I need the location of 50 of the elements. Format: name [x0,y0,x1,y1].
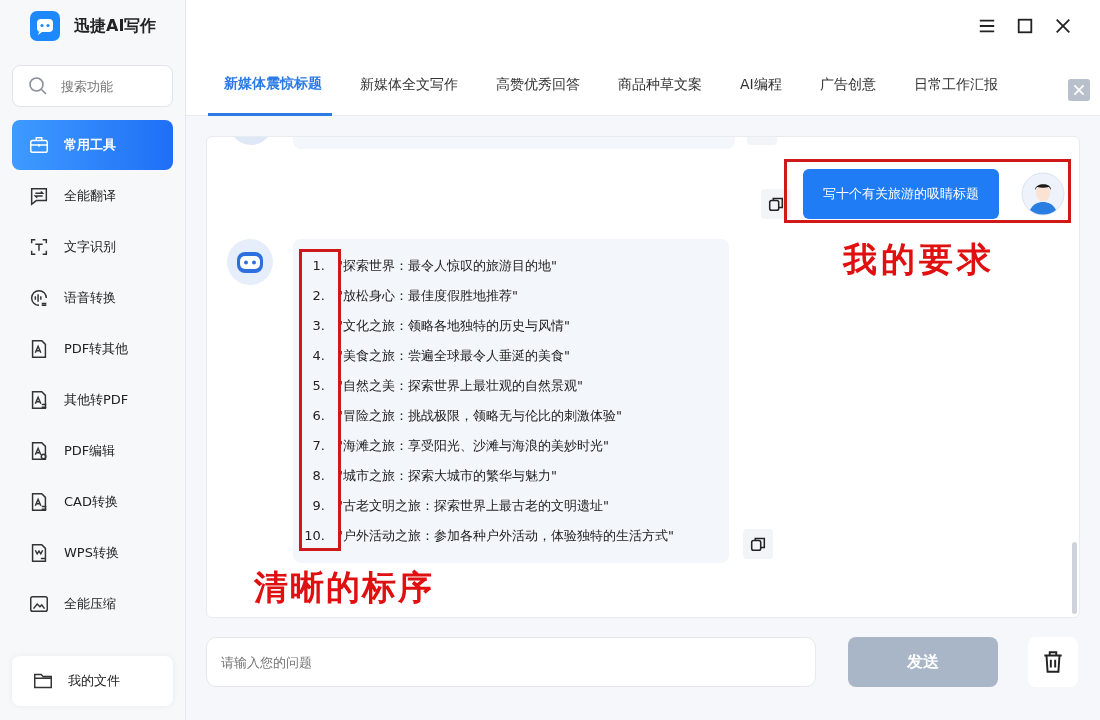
close-icon[interactable] [1054,17,1072,35]
maximize-icon[interactable] [1016,17,1034,35]
robot-avatar-icon [227,239,273,285]
list-number: 3. [311,317,325,335]
sidebar-item[interactable]: PDF转其他 [12,324,173,374]
list-number: 2. [311,287,325,305]
tool-icon [28,593,50,615]
user-avatar-icon [1021,172,1065,216]
list-number: 7. [311,437,325,455]
user-message: 写十个有关旅游的吸睛标题 [803,169,999,219]
annotation-text: 我的要求 [843,238,995,281]
tool-icon [28,134,50,156]
sidebar-item[interactable]: 文字识别 [12,222,173,272]
list-number: 5. [311,377,325,395]
search-icon [28,76,48,96]
tab[interactable]: AI编程 [724,51,792,116]
list-number: 6. [311,407,325,425]
tool-icon [28,185,50,207]
sidebar-item[interactable]: CAD转换 [12,477,173,527]
tab[interactable]: 日常工作汇报 [897,51,1008,116]
tab[interactable]: 新媒体全文写作 [344,51,468,116]
list-number: 4. [311,347,325,365]
tab[interactable]: 广告创意 [803,51,886,116]
my-files-button[interactable]: 我的文件 [12,656,173,706]
sidebar-item[interactable]: 语音转换 [12,273,173,323]
delete-button[interactable] [1028,637,1078,687]
sidebar-item[interactable]: 其他转PDF [12,375,173,425]
sidebar-item[interactable]: 全能压缩 [12,579,173,629]
tool-icon [28,236,50,258]
menu-icon[interactable] [978,17,996,35]
sidebar-item[interactable]: WPS转换 [12,528,173,578]
robot-logo-icon [30,11,60,41]
search-field[interactable]: 搜索功能 [12,65,173,107]
copy-icon [767,195,785,213]
sidebar-item[interactable]: 全能翻译 [12,171,173,221]
list-number: 8. [311,467,325,485]
tab[interactable]: 新媒体震惊标题 [208,51,332,116]
annotation-text: 清晰的标序 [254,566,434,609]
sidebar-item[interactable]: PDF编辑 [12,426,173,476]
app-title: 迅捷AI写作 [74,15,157,37]
tab[interactable]: 高赞优秀回答 [480,51,590,116]
tab[interactable]: 商品种草文案 [602,51,712,116]
tool-icon [28,287,50,309]
question-input[interactable]: 请输入您的问题 [206,637,816,687]
list-number: 1. [311,257,325,275]
list-number: 10. [303,527,325,545]
scrollbar[interactable] [1072,542,1077,614]
list-number: 9. [311,497,325,515]
sidebar-item[interactable]: 常用工具 [12,120,173,170]
copy-icon [749,535,767,553]
